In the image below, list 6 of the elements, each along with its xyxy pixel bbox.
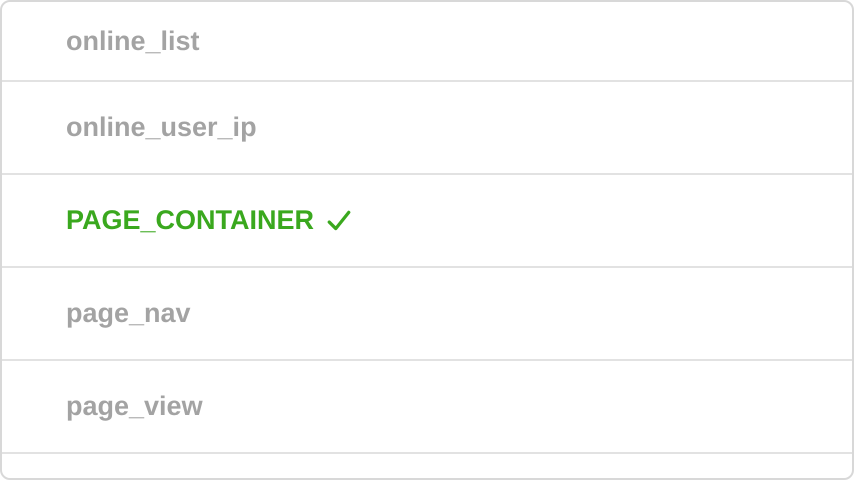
template-item[interactable]: online_user_ip	[66, 112, 257, 143]
template-item[interactable]: PAGE_CONTAINER	[66, 205, 314, 236]
template-item[interactable]: page_nav	[66, 298, 191, 329]
template-item[interactable]: page_view	[66, 391, 203, 422]
template-item[interactable]: online_list	[66, 26, 200, 56]
checkmark-icon	[326, 208, 352, 234]
